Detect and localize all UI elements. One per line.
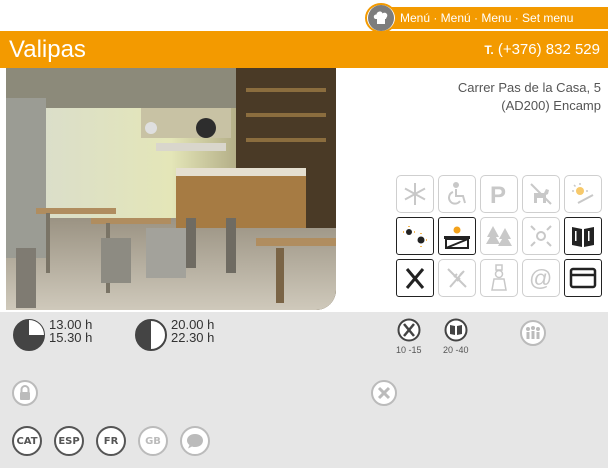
- clock-half-icon: [135, 319, 167, 351]
- title-bar: Valipas T. (+376) 832 529: [0, 31, 608, 68]
- at-sign-icon: @: [522, 259, 560, 297]
- lang-cat-icon[interactable]: CAT: [12, 426, 42, 456]
- clock-quarter-icon: [13, 319, 45, 351]
- lunch-close: 15.30 h: [49, 330, 93, 345]
- svg-text:@: @: [529, 265, 552, 291]
- snowflake-icon: [396, 175, 434, 213]
- credit-card-icon: [564, 259, 602, 297]
- menu-book-circle-icon: [444, 318, 468, 342]
- forest-icon: [480, 217, 518, 255]
- lunch-schedule: 13.00 h 15.30 h: [12, 318, 92, 352]
- sunny-weather-icon: [396, 217, 434, 255]
- celiac-icon: [438, 259, 476, 297]
- chef-icon: [480, 259, 518, 297]
- menu-book-icon: [564, 217, 602, 255]
- address-line-2: (AD200) Encamp: [501, 98, 601, 113]
- svg-text:P: P: [490, 182, 506, 207]
- address-line-1: Carrer Pas de la Casa, 5: [457, 80, 601, 95]
- phone[interactable]: T. (+376) 832 529: [484, 41, 600, 59]
- lang-gb-icon[interactable]: GB: [138, 426, 168, 456]
- restaurant-photo: [6, 68, 336, 310]
- menu-price: 10 -15: [396, 318, 422, 355]
- restaurant-name: Valipas: [9, 36, 86, 63]
- group-people-icon: [520, 320, 546, 346]
- close-icon[interactable]: [371, 380, 397, 406]
- speech-bubble-icon[interactable]: [180, 426, 210, 456]
- menu-price-label: 10 -15: [396, 345, 422, 355]
- menu-label[interactable]: Menú · Menú · Menu · Set menu: [384, 7, 608, 29]
- fork-knife-circle-icon: [397, 318, 421, 342]
- lang-fr-icon[interactable]: FR: [96, 426, 126, 456]
- chef-hat-icon: [365, 3, 397, 33]
- carta-price-label: 20 -40: [443, 345, 469, 355]
- phone-number: (+376) 832 529: [497, 41, 600, 58]
- address: Carrer Pas de la Casa, 5 (AD200) Encamp: [458, 79, 601, 115]
- dinner-schedule: 20.00 h 22.30 h: [134, 318, 214, 352]
- carta-price: 20 -40: [443, 318, 469, 355]
- center-view-icon: [522, 217, 560, 255]
- sun-terrace-icon: [564, 175, 602, 213]
- parking-icon: P: [480, 175, 518, 213]
- lang-esp-icon[interactable]: ESP: [54, 426, 84, 456]
- wheelchair-icon: [438, 175, 476, 213]
- fork-knife-icon: [396, 259, 434, 297]
- no-dogs-icon: [522, 175, 560, 213]
- phone-prefix: T.: [484, 43, 494, 57]
- dinner-close: 22.30 h: [171, 330, 215, 345]
- menu-header: Menú · Menú · Menu · Set menu: [0, 0, 608, 33]
- terrace-view-icon: [438, 217, 476, 255]
- lock-icon: [12, 380, 38, 406]
